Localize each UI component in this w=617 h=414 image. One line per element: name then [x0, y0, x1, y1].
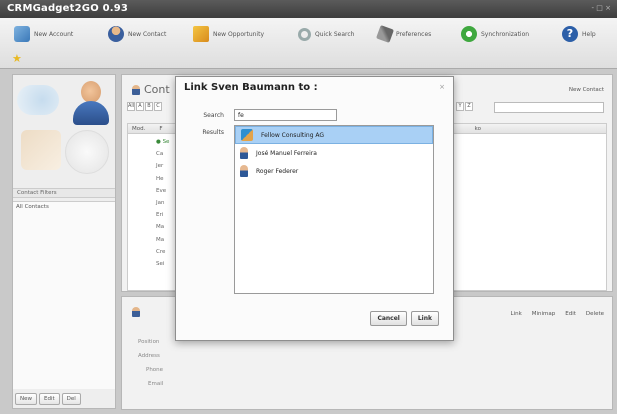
- link-dialog: Link Sven Baumann to : × Search Results …: [175, 76, 454, 341]
- results-list[interactable]: Fellow Consulting AG José Manuel Ferreir…: [234, 125, 434, 294]
- results-label: Results: [202, 129, 224, 136]
- person-icon: [240, 165, 248, 177]
- close-icon[interactable]: ×: [439, 83, 445, 91]
- link-button[interactable]: Link: [410, 311, 439, 326]
- dialog-buttons: Cancel Link: [370, 311, 439, 326]
- result-name: José Manuel Ferreira: [256, 149, 317, 157]
- dialog-title: Link Sven Baumann to :: [184, 82, 318, 93]
- company-icon: [241, 129, 253, 141]
- list-item[interactable]: José Manuel Ferreira: [235, 144, 433, 162]
- person-icon: [240, 147, 248, 159]
- result-name: Fellow Consulting AG: [261, 131, 325, 139]
- search-input[interactable]: [234, 109, 337, 121]
- result-name: Roger Federer: [256, 167, 299, 175]
- list-item[interactable]: Roger Federer: [235, 162, 433, 180]
- cancel-button[interactable]: Cancel: [370, 311, 407, 326]
- list-item[interactable]: Fellow Consulting AG: [235, 126, 433, 144]
- search-label: Search: [203, 112, 224, 119]
